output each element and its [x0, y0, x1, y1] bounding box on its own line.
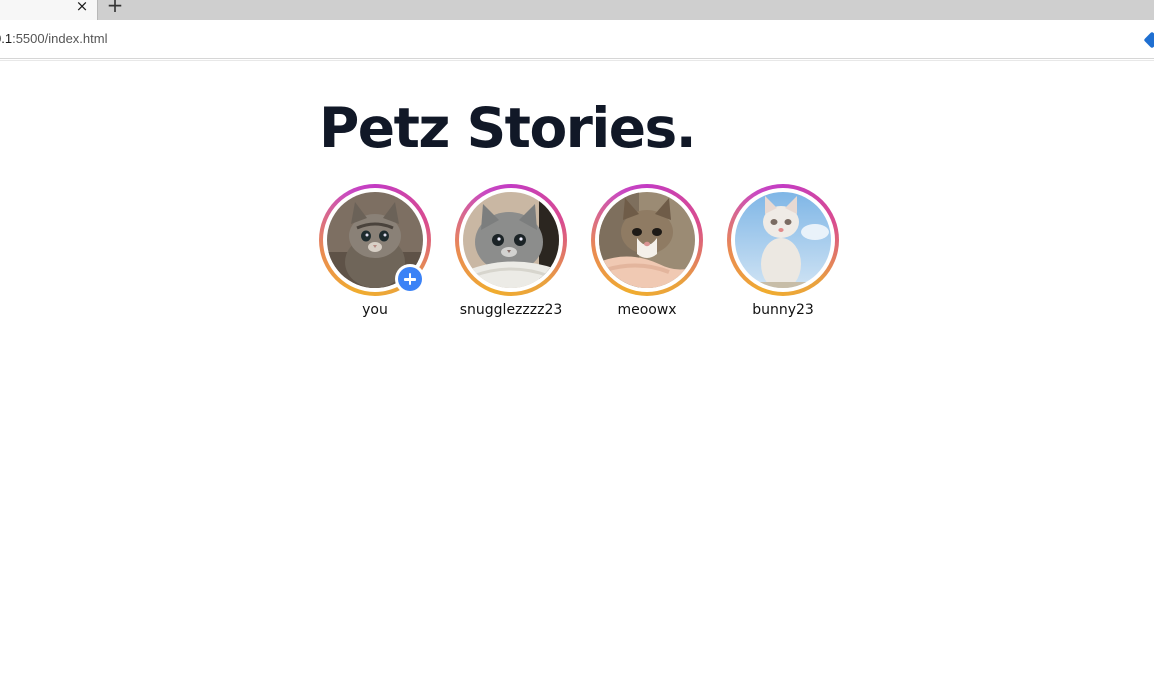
browser-chrome: × + 0.1:5500/index.html [0, 0, 1154, 61]
kitten-photo-icon [735, 192, 831, 288]
url-host: 0.1 [0, 31, 13, 46]
add-story-button[interactable] [395, 264, 425, 294]
address-bar[interactable]: 0.1:5500/index.html [0, 20, 1154, 61]
story-username: you [362, 302, 388, 318]
avatar[interactable] [599, 192, 695, 288]
story-item[interactable]: bunny23 [727, 184, 839, 324]
kitten-photo-icon [463, 192, 559, 288]
stories-row: you snugglezzzz23 meoowx bunny23 [319, 184, 849, 334]
avatar[interactable] [463, 192, 559, 288]
story-item[interactable]: snugglezzzz23 [455, 184, 567, 324]
story-username: meoowx [617, 302, 677, 318]
story-ring [455, 184, 567, 296]
story-item[interactable]: meoowx [591, 184, 703, 324]
browser-tab[interactable]: × [0, 0, 98, 20]
story-username: snugglezzzz23 [459, 302, 563, 318]
story-ring [727, 184, 839, 296]
extension-icon[interactable] [1143, 31, 1154, 49]
plus-icon [398, 267, 422, 291]
url-text[interactable]: 0.1:5500/index.html [0, 31, 107, 46]
story-username: bunny23 [752, 302, 814, 318]
tab-strip: × + [0, 0, 1154, 20]
page-title: Petz Stories. [319, 96, 697, 160]
kitten-photo-icon [599, 192, 695, 288]
story-ring [591, 184, 703, 296]
new-tab-icon[interactable]: + [105, 0, 125, 15]
story-item[interactable]: you [319, 184, 431, 324]
avatar[interactable] [735, 192, 831, 288]
url-path: :5500/index.html [12, 31, 108, 46]
close-tab-icon[interactable]: × [74, 0, 90, 14]
